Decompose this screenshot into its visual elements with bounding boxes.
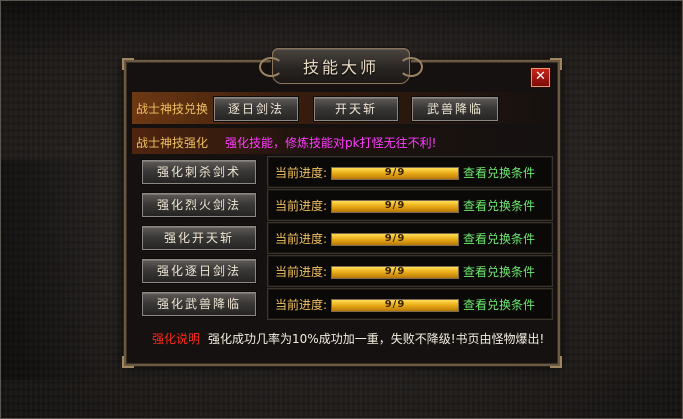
exchange-button-kaitian[interactable]: 开天斩 bbox=[314, 97, 398, 121]
exchange-button-zhuri[interactable]: 逐日剑法 bbox=[214, 97, 298, 121]
progress-value: 9/9 bbox=[384, 266, 406, 277]
view-exchange-conditions-link[interactable]: 查看兑换条件 bbox=[463, 230, 535, 247]
view-exchange-conditions-link[interactable]: 查看兑换条件 bbox=[463, 164, 535, 181]
frame-corner bbox=[122, 58, 134, 70]
strengthen-button-wushou[interactable]: 强化武兽降临 bbox=[142, 292, 256, 316]
strengthen-row: 战士神技强化 强化技能，修炼技能对pk打怪无往不利! bbox=[132, 128, 552, 154]
strengthen-button-kaitian[interactable]: 强化开天斩 bbox=[142, 226, 256, 250]
progress-panel: 当前进度: 9/9 查看兑换条件 bbox=[267, 156, 553, 188]
progress-bar: 9/9 bbox=[331, 299, 459, 312]
strengthen-button-zhuri[interactable]: 强化逐日剑法 bbox=[142, 259, 256, 283]
view-exchange-conditions-link[interactable]: 查看兑换条件 bbox=[463, 263, 535, 280]
progress-value: 9/9 bbox=[384, 233, 406, 244]
progress-label: 当前进度: bbox=[275, 298, 328, 312]
skill-row: 强化武兽降临 当前进度: 9/9 查看兑换条件 bbox=[134, 288, 553, 320]
progress-bar: 9/9 bbox=[331, 167, 459, 180]
frame-corner bbox=[122, 356, 134, 368]
view-exchange-conditions-link[interactable]: 查看兑换条件 bbox=[463, 296, 535, 313]
frame-corner bbox=[550, 58, 562, 70]
progress-value: 9/9 bbox=[384, 167, 406, 178]
exchange-button-wushou[interactable]: 武兽降临 bbox=[412, 97, 498, 121]
strengthen-instructions: 强化说明 强化成功几率为10%成功加一重，失败不降级!书页由怪物爆出! bbox=[152, 330, 552, 350]
close-button[interactable]: ✕ bbox=[531, 68, 550, 87]
instructions-text: 强化成功几率为10%成功加一重，失败不降级!书页由怪物爆出! bbox=[208, 332, 545, 346]
progress-panel: 当前进度: 9/9 查看兑换条件 bbox=[267, 189, 553, 221]
progress-panel: 当前进度: 9/9 查看兑换条件 bbox=[267, 222, 553, 254]
progress-panel: 当前进度: 9/9 查看兑换条件 bbox=[267, 288, 553, 320]
strengthen-label: 战士神技强化 bbox=[136, 136, 209, 150]
instructions-heading: 强化说明 bbox=[152, 332, 201, 346]
progress-label: 当前进度: bbox=[275, 199, 328, 213]
strengthen-button-liehuo[interactable]: 强化烈火剑法 bbox=[142, 193, 256, 217]
skill-master-dialog: 技能大师 ✕ 战士神技兑换 逐日剑法 开天斩 武兽降临 战士神技强化 强化技能，… bbox=[122, 48, 562, 368]
skill-row: 强化刺杀剑术 当前进度: 9/9 查看兑换条件 bbox=[134, 156, 553, 188]
dialog-title: 技能大师 bbox=[302, 58, 379, 77]
frame-corner bbox=[550, 356, 562, 368]
close-icon: ✕ bbox=[535, 69, 546, 84]
progress-panel: 当前进度: 9/9 查看兑换条件 bbox=[267, 255, 553, 287]
skill-row: 强化逐日剑法 当前进度: 9/9 查看兑换条件 bbox=[134, 255, 553, 287]
scroll-ornament-icon bbox=[259, 57, 283, 77]
progress-label: 当前进度: bbox=[275, 265, 328, 279]
progress-label: 当前进度: bbox=[275, 166, 328, 180]
scroll-ornament-icon bbox=[399, 57, 423, 77]
progress-label: 当前进度: bbox=[275, 232, 328, 246]
strengthen-note: 强化技能，修炼技能对pk打怪无往不利! bbox=[225, 136, 437, 150]
skill-row: 强化开天斩 当前进度: 9/9 查看兑换条件 bbox=[134, 222, 553, 254]
strengthen-button-cisha[interactable]: 强化刺杀剑术 bbox=[142, 160, 256, 184]
skill-row: 强化烈火剑法 当前进度: 9/9 查看兑换条件 bbox=[134, 189, 553, 221]
progress-value: 9/9 bbox=[384, 200, 406, 211]
progress-value: 9/9 bbox=[384, 299, 406, 310]
view-exchange-conditions-link[interactable]: 查看兑换条件 bbox=[463, 197, 535, 214]
exchange-label: 战士神技兑换 bbox=[136, 102, 209, 116]
progress-bar: 9/9 bbox=[331, 266, 459, 279]
progress-bar: 9/9 bbox=[331, 233, 459, 246]
exchange-row: 战士神技兑换 逐日剑法 开天斩 武兽降临 bbox=[132, 92, 552, 124]
progress-bar: 9/9 bbox=[331, 200, 459, 213]
title-plate: 技能大师 bbox=[259, 48, 423, 84]
